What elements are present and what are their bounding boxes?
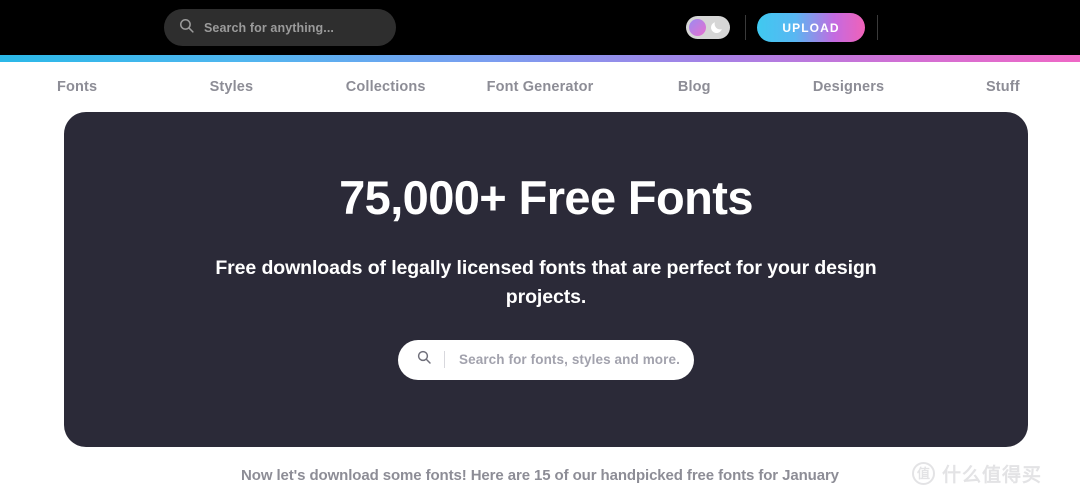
nav-item-styles[interactable]: Styles [154, 79, 308, 95]
nav-item-fonts[interactable]: Fonts [0, 79, 154, 95]
watermark-logo-icon: 值 [912, 462, 935, 485]
watermark-text: 什么值得买 [942, 465, 1043, 486]
moon-icon [709, 20, 724, 40]
header-divider-right [877, 15, 878, 40]
top-header-bar: Search for anything... UPLOAD [0, 0, 1080, 55]
gradient-accent-bar [0, 55, 1080, 62]
header-search-placeholder: Search for anything... [204, 20, 335, 35]
hero-title: 75,000+ Free Fonts [339, 171, 753, 224]
hero-card: 75,000+ Free Fonts Free downloads of leg… [64, 112, 1028, 447]
main-navigation: Fonts Styles Collections Font Generator … [0, 62, 1080, 112]
page-root: Search for anything... UPLOAD Fonts Styl… [0, 0, 1080, 502]
hero-search-input[interactable]: Search for fonts, styles and more. [398, 339, 694, 380]
header-divider-left [745, 15, 746, 40]
nav-item-collections[interactable]: Collections [309, 79, 463, 95]
nav-item-stuff[interactable]: Stuff [926, 79, 1080, 95]
header-search-input[interactable]: Search for anything... [164, 9, 396, 46]
search-icon [178, 17, 195, 39]
upload-button[interactable]: UPLOAD [757, 13, 865, 42]
nav-item-blog[interactable]: Blog [617, 79, 771, 95]
toggle-knob [689, 19, 706, 36]
nav-item-font-generator[interactable]: Font Generator [463, 79, 617, 95]
hero-search-placeholder: Search for fonts, styles and more. [459, 352, 680, 367]
hero-subtitle: Free downloads of legally licensed fonts… [215, 257, 877, 309]
nav-item-designers[interactable]: Designers [771, 79, 925, 95]
watermark: 值 什么值得买 [912, 460, 1042, 487]
hero-search-divider [444, 351, 445, 368]
theme-toggle[interactable] [686, 16, 730, 39]
search-icon [416, 349, 432, 370]
